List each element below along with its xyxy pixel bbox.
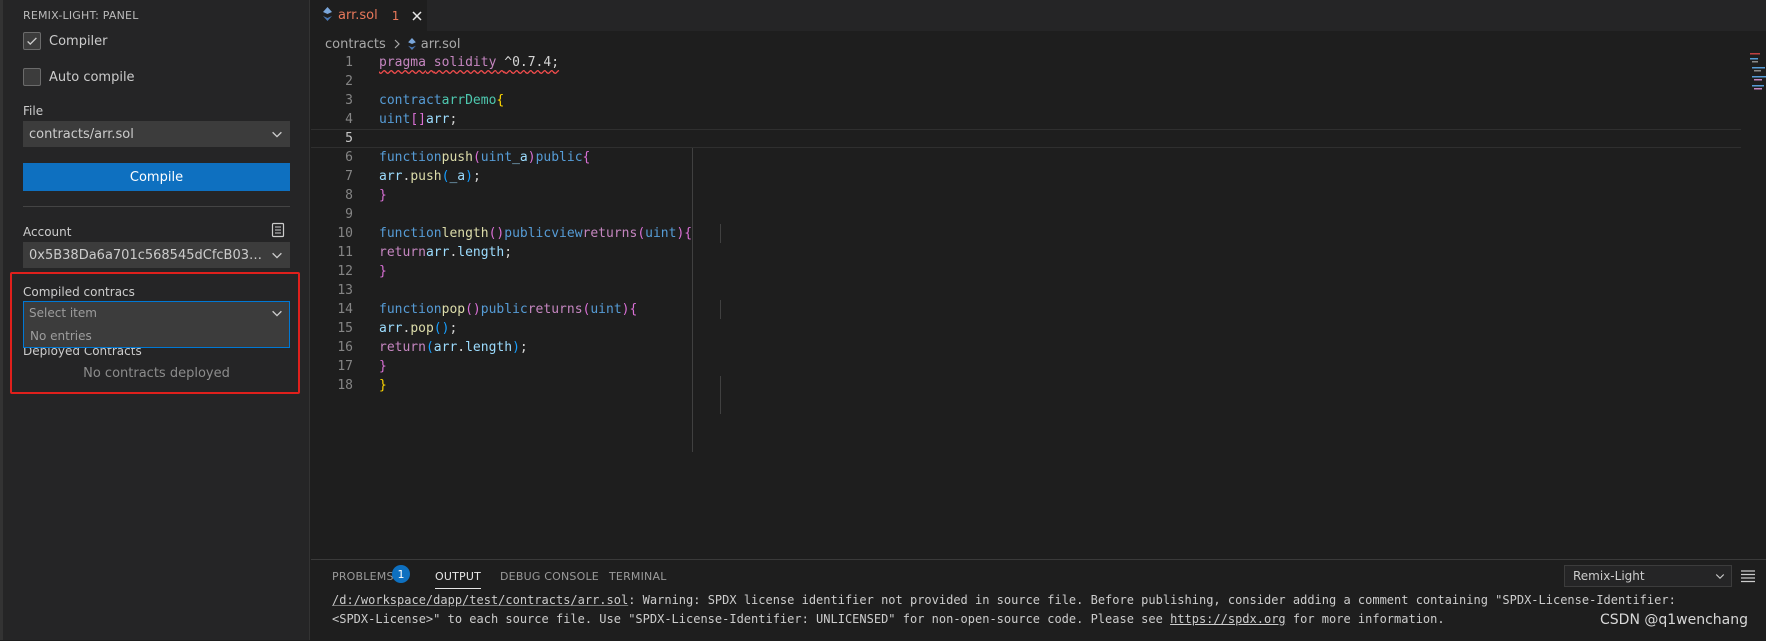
compiler-label: Compiler bbox=[49, 33, 108, 49]
output-warning-text-3: for more information. bbox=[1285, 612, 1445, 626]
code-line: 16 return (arr. length); bbox=[337, 340, 528, 355]
copy-account-icon[interactable] bbox=[271, 222, 285, 238]
compiled-contracts-placeholder: Select item bbox=[29, 306, 97, 320]
code-line: 15 arr. pop(); bbox=[337, 321, 458, 336]
tab-label: arr.sol bbox=[338, 8, 378, 23]
minimap[interactable] bbox=[1749, 52, 1766, 92]
sidebar: REMIX-LIGHT: PANEL Compiler Auto compile… bbox=[0, 0, 310, 640]
account-select[interactable]: 0x5B38Da6a701c568545dCfcB03FcB875... bbox=[23, 242, 290, 268]
chevron-right-icon bbox=[392, 39, 402, 49]
compiled-contracts-select[interactable]: Select item bbox=[23, 301, 290, 325]
auto-compile-label: Auto compile bbox=[49, 69, 135, 85]
code-line: 2 bbox=[345, 74, 353, 89]
output-line: /d:/workspace/dapp/test/contracts/arr.so… bbox=[332, 593, 1676, 607]
code-line: 18} bbox=[337, 378, 387, 393]
file-select[interactable]: contracts/arr.sol bbox=[23, 121, 290, 147]
output-channel-select[interactable]: Remix-Light bbox=[1564, 565, 1732, 587]
code-line: 10 function length() public view returns… bbox=[337, 226, 693, 241]
code-line: 1 pragma solidity ^0.7.4; bbox=[345, 55, 560, 70]
editor-tab-bar: arr.sol 1 bbox=[311, 0, 1766, 31]
compiler-checkbox[interactable] bbox=[23, 32, 41, 50]
compiled-contracts-label: Compiled contracs bbox=[23, 285, 135, 299]
compiler-checkbox-row[interactable]: Compiler bbox=[23, 32, 108, 50]
auto-compile-checkbox[interactable] bbox=[23, 68, 41, 86]
code-line: 9 bbox=[345, 207, 353, 222]
spdx-link[interactable]: https://spdx.org bbox=[1170, 612, 1286, 626]
code-line: 7 arr. push(_a); bbox=[345, 169, 481, 184]
chevron-down-icon bbox=[1709, 570, 1731, 582]
close-icon[interactable] bbox=[409, 8, 425, 24]
code-line: 12 } bbox=[337, 264, 387, 279]
code-line: 11 return arr. length; bbox=[337, 245, 513, 260]
chevron-down-icon bbox=[265, 243, 289, 267]
compiled-contracts-dropdown-list: No entries bbox=[23, 324, 290, 348]
compile-button[interactable]: Compile bbox=[23, 163, 290, 191]
code-line: 17 } bbox=[337, 359, 387, 374]
code-line: 6 function push(uint _a) public { bbox=[345, 150, 591, 165]
account-select-value: 0x5B38Da6a701c568545dCfcB03FcB875... bbox=[29, 247, 265, 263]
solidity-file-icon bbox=[407, 38, 416, 50]
file-label: File bbox=[23, 104, 44, 118]
tab-output[interactable]: OUTPUT bbox=[435, 570, 482, 589]
tab-terminal[interactable]: TERMINAL bbox=[609, 570, 667, 583]
list-menu-icon[interactable] bbox=[1739, 568, 1757, 584]
check-icon bbox=[27, 37, 37, 46]
account-label: Account bbox=[23, 225, 72, 239]
watermark: CSDN @q1wenchang bbox=[1600, 612, 1749, 628]
breadcrumb-file[interactable]: arr.sol bbox=[421, 37, 461, 52]
no-contracts-deployed-text: No contracts deployed bbox=[83, 366, 230, 381]
output-line: <SPDX-License>" to each source file. Use… bbox=[332, 612, 1445, 626]
code-line: 4 uint[] arr; bbox=[345, 112, 458, 127]
activity-bar-edge bbox=[0, 0, 3, 640]
code-editor[interactable]: 1 pragma solidity ^0.7.4; 2 3 contract arr… bbox=[311, 53, 1751, 553]
code-line: 13 bbox=[337, 283, 353, 298]
code-line: 8 } bbox=[345, 188, 387, 203]
tab-problem-count: 1 bbox=[391, 8, 400, 23]
breadcrumb-folder[interactable]: contracts bbox=[325, 37, 386, 52]
output-warning-text: : Warning: SPDX license identifier not p… bbox=[628, 593, 1676, 607]
tab-debug-console[interactable]: DEBUG CONSOLE bbox=[500, 570, 599, 583]
code-line: 14 function pop() public returns(uint) { bbox=[337, 302, 638, 317]
output-warning-text-2: <SPDX-License>" to each source file. Use… bbox=[332, 612, 1171, 626]
tab-arr-sol[interactable]: arr.sol 1 bbox=[311, 0, 427, 31]
output-file-path-link[interactable]: /d:/workspace/dapp/test/contracts/arr.so… bbox=[332, 593, 628, 607]
file-select-value: contracts/arr.sol bbox=[29, 126, 134, 142]
no-entries-text: No entries bbox=[30, 328, 92, 343]
output-channel-value: Remix-Light bbox=[1573, 569, 1645, 583]
chevron-down-icon bbox=[265, 122, 289, 146]
bottom-panel: PROBLEMS 1 OUTPUT DEBUG CONSOLE TERMINAL… bbox=[311, 559, 1766, 641]
sidebar-divider bbox=[23, 206, 290, 207]
auto-compile-checkbox-row[interactable]: Auto compile bbox=[23, 68, 135, 86]
problems-badge: 1 bbox=[392, 565, 410, 583]
chevron-down-icon bbox=[265, 302, 289, 324]
solidity-file-icon bbox=[323, 6, 332, 25]
breadcrumb: contracts arr.sol bbox=[325, 34, 461, 54]
code-line: 3 contract arrDemo{ bbox=[345, 93, 505, 108]
tab-problems[interactable]: PROBLEMS bbox=[332, 570, 394, 583]
code-line-current: 5 bbox=[311, 129, 1741, 148]
panel-title: REMIX-LIGHT: PANEL bbox=[23, 9, 139, 22]
